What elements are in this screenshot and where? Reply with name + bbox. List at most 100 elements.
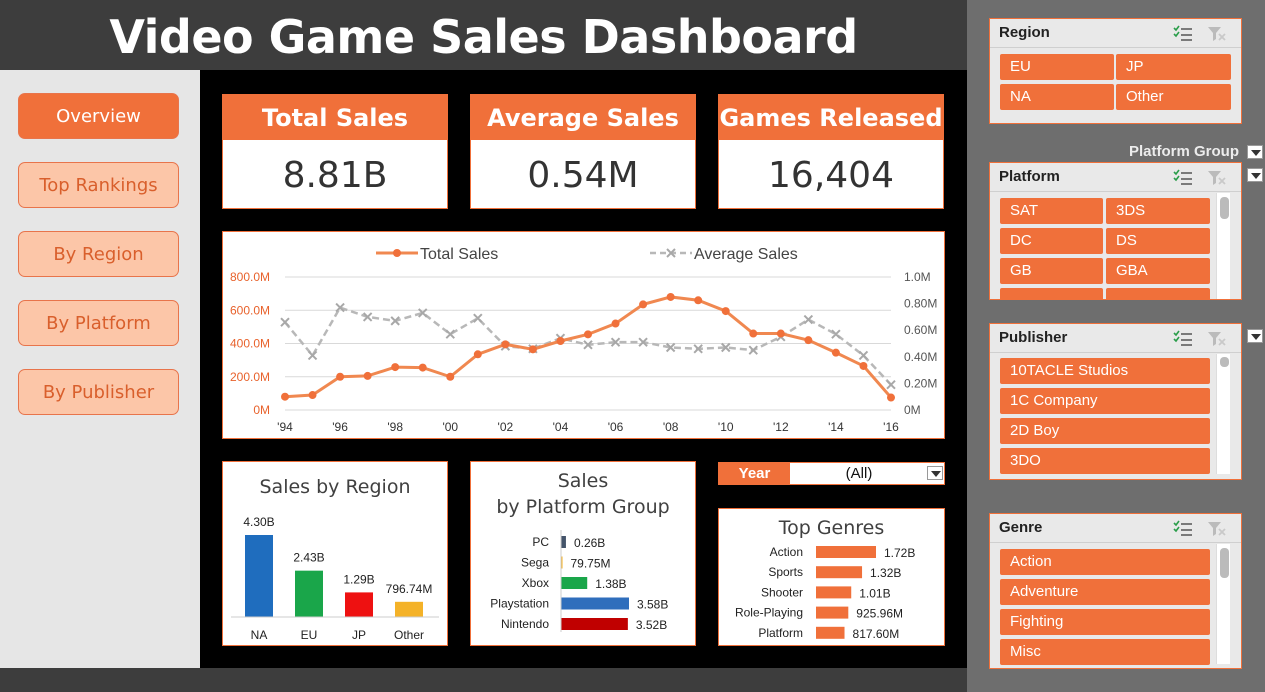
total-sales-point [308,391,317,400]
x-tick-label: '04 [553,420,569,434]
region-chip-jp[interactable]: JP [1116,54,1231,80]
platform-chip-sat[interactable]: SAT [1000,198,1103,224]
x-tick-label: '02 [498,420,514,434]
genre-slicer-title: Genre [999,519,1043,536]
total-sales-point [831,348,840,357]
platform-group-category-label: Sega [521,556,549,570]
genre-chip-adventure[interactable]: Adventure [1000,579,1210,605]
total-sales-point [611,319,620,328]
year-filter[interactable]: Year (All) [718,462,945,485]
region-bar-label: 2.43B [293,551,324,565]
platform-group-category-label: PC [532,535,549,549]
platform-slicer-header: Platform [990,163,1241,192]
kpi-games-released-value: 16,404 [768,155,894,196]
genre-scrollbar[interactable] [1216,544,1230,664]
region-category-label: EU [301,628,318,642]
kpi-games-released-label: Games Released [719,95,943,140]
region-bar [295,570,323,617]
clear-filter-icon[interactable] [1207,25,1227,42]
platform-scrollbar[interactable] [1216,193,1230,299]
genre-chip-action[interactable]: Action [1000,549,1210,575]
nav-by-publisher-button[interactable]: By Publisher [18,369,179,415]
clear-filter-icon[interactable] [1207,520,1227,537]
platform-chip-partial[interactable] [1106,288,1210,299]
genre-chip-fighting[interactable]: Fighting [1000,609,1210,635]
publisher-chip[interactable]: 2D Boy [1000,418,1210,444]
total-sales-point [749,329,758,338]
platform-chip-ds[interactable]: DS [1106,228,1210,254]
multi-select-icon[interactable] [1173,25,1193,42]
multi-select-icon[interactable] [1173,330,1193,347]
region-bar-label: 796.74M [386,582,433,596]
platform-group-bar [561,618,628,630]
nav-top-rankings-button[interactable]: Top Rankings [18,162,179,208]
total-sales-point [666,292,675,301]
publisher-scrollbar[interactable] [1216,354,1230,474]
platform-chip-gb[interactable]: GB [1000,258,1103,284]
x-tick-label: '98 [387,420,403,434]
publisher-chip[interactable]: 1C Company [1000,388,1210,414]
platform-dropdown-icon[interactable] [1247,168,1263,182]
nav-by-platform-button[interactable]: By Platform [18,300,179,346]
total-sales-point [639,300,648,309]
platform-chip-3ds[interactable]: 3DS [1106,198,1210,224]
x-tick-label: '00 [442,420,458,434]
platform-group-bar [561,536,566,548]
top-genres-chart: Top Genres Action 1.72B Sports 1.32B Shooter… [718,508,945,646]
y-left-tick-label: 0M [253,403,270,417]
total-sales-point [776,329,785,338]
top-genres-svg: Action 1.72B Sports 1.32B Shooter 1.01B Role-P… [735,545,915,641]
x-tick-label: '06 [608,420,624,434]
average-sales-point [858,350,869,361]
publisher-dropdown-icon[interactable] [1247,329,1263,343]
region-slicer: Region EU JP NA Other [989,18,1242,124]
total-sales-point [363,371,372,380]
average-sales-point [473,313,483,323]
publisher-slicer-title: Publisher [999,329,1068,346]
clear-filter-icon[interactable] [1207,169,1227,186]
total-sales-point [887,393,895,402]
kpi-average-sales-label: Average Sales [471,95,695,140]
platform-group-bar [561,597,629,610]
platform-group-dropdown-icon[interactable] [1247,145,1263,159]
platform-chip-dc[interactable]: DC [1000,228,1103,254]
region-bar-label: 1.29B [343,572,374,586]
genre-category-label: Shooter [761,585,803,599]
genre-chip-misc[interactable]: Misc [1000,639,1210,665]
sales-by-platform-group-chart: Sales by Platform Group PC 0.26B Sega 79.75M… [470,461,696,646]
legend-total-marker [393,249,401,257]
region-bar [395,601,423,617]
platform-group-svg: PC 0.26B Sega 79.75M Xbox 1.38B Playstation 3.5… [490,530,668,632]
publisher-chip[interactable]: 3DO [1000,448,1210,474]
publisher-chip[interactable]: 10TACLE Studios [1000,358,1210,384]
platform-group-bar-label: 79.75M [571,557,611,571]
average-sales-point [307,350,318,361]
platform-chip-gba[interactable]: GBA [1106,258,1210,284]
nav-by-region-button[interactable]: By Region [18,231,179,277]
multi-select-icon[interactable] [1173,169,1193,186]
region-chip-other[interactable]: Other [1116,84,1231,110]
clear-filter-icon[interactable] [1207,330,1227,347]
average-sales-point [445,329,455,339]
sales-trend-svg: 0M 200.0M 400.0M 600.0M 800.0M 0M 0.20M 0.40M 0.… [230,246,937,434]
region-chip-eu[interactable]: EU [1000,54,1114,80]
x-tick-label: '12 [773,420,789,434]
multi-select-icon[interactable] [1173,520,1193,537]
genre-slicer-header: Genre [990,514,1241,543]
nav-overview-button[interactable]: Overview [18,93,179,139]
total-sales-line [284,295,893,399]
year-filter-value[interactable]: (All) [790,463,928,484]
region-chip-na[interactable]: NA [1000,84,1114,110]
platform-slicer: Platform SAT 3DS DC DS GB GBA [989,162,1242,300]
total-sales-point [804,336,813,345]
total-sales-point [418,363,427,372]
region-bar [345,592,373,617]
nav-panel: Overview Top Rankings By Region By Platf… [0,70,200,668]
y-right-tick-label: 0.40M [904,350,937,364]
platform-chip-partial[interactable] [1000,288,1103,299]
genre-bar [816,586,852,599]
year-filter-dropdown-icon[interactable] [927,466,943,480]
platform-group-bar-label: 3.58B [637,598,668,612]
total-sales-point [721,307,730,316]
total-sales-point [556,337,565,346]
